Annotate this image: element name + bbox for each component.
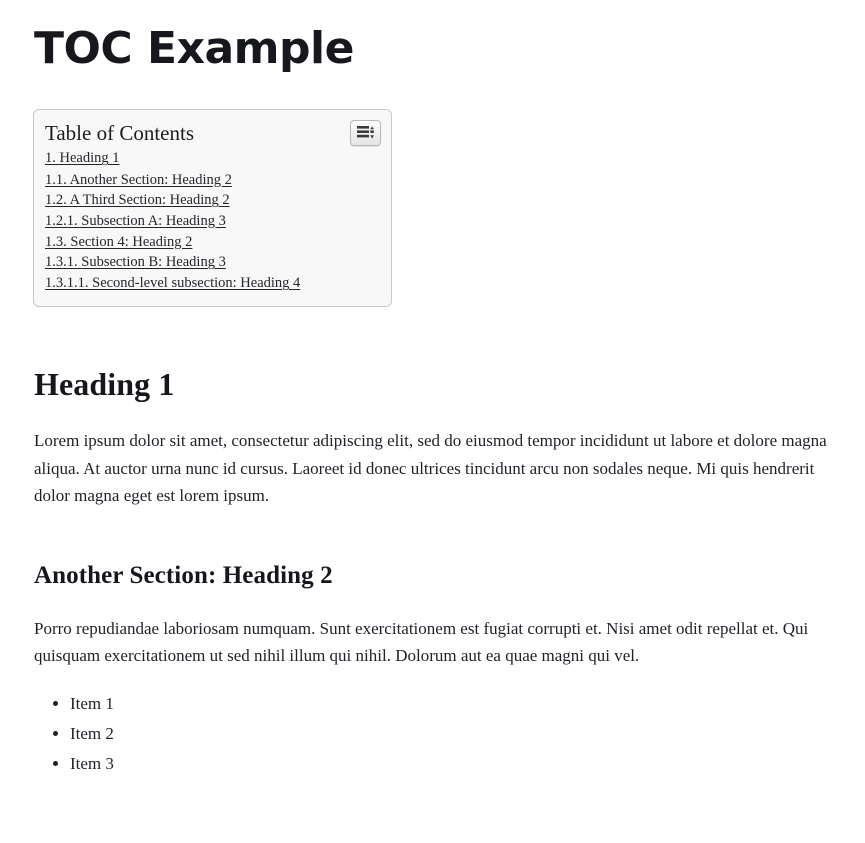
toc-link[interactable]: 1.3. Section 4: Heading 2 (45, 234, 192, 250)
toc-link[interactable]: 1.1. Another Section: Heading 2 (45, 172, 232, 188)
list-item: Item 3 (70, 750, 849, 780)
toc-item: 1.2. A Third Section: Heading 2 (45, 190, 379, 211)
toc-item: 1.3.1.1. Second-level subsection: Headin… (45, 273, 379, 294)
toc-toggle-button[interactable] (350, 120, 381, 147)
toc-item: 1. Heading 1 (45, 148, 379, 169)
list-indent-icon (357, 126, 374, 140)
section-heading-2: Another Section: Heading 2 (34, 561, 333, 589)
list-item: Item 2 (70, 720, 849, 750)
toc-link[interactable]: 1.2. A Third Section: Heading 2 (45, 192, 230, 208)
list-item: Item 1 (70, 690, 849, 720)
toc-item: 1.2.1. Subsection A: Heading 3 (45, 211, 379, 232)
bullet-list: Item 1 Item 2 Item 3 (34, 670, 849, 780)
toc-link[interactable]: 1.3.1.1. Second-level subsection: Headin… (45, 275, 300, 291)
toc-heading: Table of Contents (45, 121, 194, 146)
table-of-contents-box: Table of Contents 1. Heading 1 1.1. Anot… (33, 109, 392, 307)
toc-list: 1. Heading 1 1.1. Another Section: Headi… (45, 148, 379, 293)
toc-link[interactable]: 1.2.1. Subsection A: Heading 3 (45, 213, 226, 229)
page-title: TOC Example (34, 23, 354, 74)
toc-item: 1.3.1. Subsection B: Heading 3 (45, 252, 379, 273)
section-paragraph-1: Lorem ipsum dolor sit amet, consectetur … (34, 431, 827, 506)
toc-link[interactable]: 1. Heading 1 (45, 150, 120, 166)
document-content: Heading 1 Lorem ipsum dolor sit amet, co… (0, 307, 865, 780)
section-paragraph-2: Porro repudiandae laboriosam numquam. Su… (34, 618, 809, 666)
toc-item: 1.1. Another Section: Heading 2 (45, 170, 379, 191)
toc-link[interactable]: 1.3.1. Subsection B: Heading 3 (45, 254, 226, 270)
toc-container: Table of Contents 1. Heading 1 1.1. Anot… (0, 72, 865, 307)
toc-item: 1.3. Section 4: Heading 2 (45, 232, 379, 253)
document-page: TOC Example Table of Contents 1. Heading… (0, 0, 865, 780)
section-heading-1: Heading 1 (34, 365, 175, 402)
